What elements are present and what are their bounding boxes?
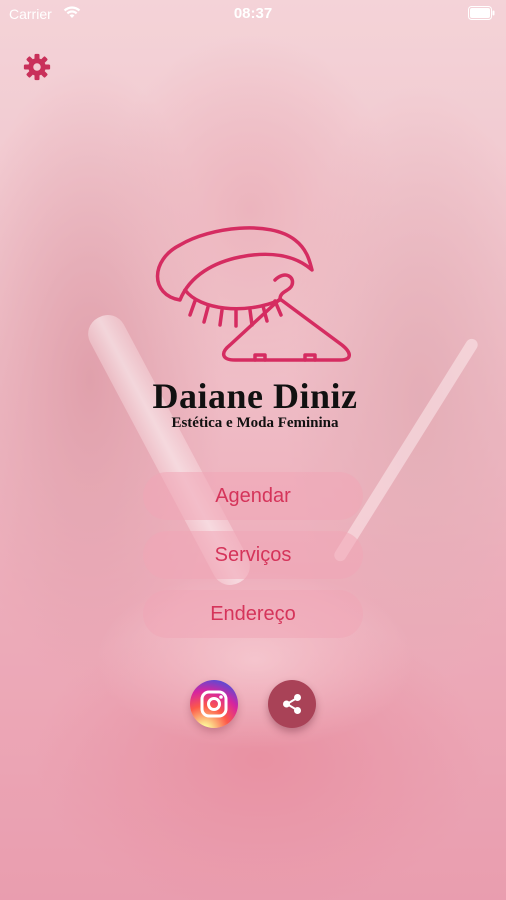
agendar-button[interactable]: Agendar [143, 472, 363, 520]
settings-button[interactable] [22, 52, 52, 82]
status-time: 08:37 [233, 5, 273, 22]
instagram-icon [190, 690, 238, 732]
brand-tagline: Estética e Moda Feminina [171, 415, 339, 431]
background-photo [0, 0, 506, 900]
brand-name: Daiane Diniz [152, 376, 358, 416]
status-bar: Carrier 08:37 [0, 0, 506, 28]
endereco-button[interactable]: Endereço [143, 590, 363, 638]
eye-lash-hanger-logo [155, 226, 351, 362]
servicos-button[interactable]: Serviços [143, 531, 363, 579]
share-icon [268, 694, 316, 732]
share-button[interactable] [268, 680, 316, 728]
gear-icon [22, 53, 52, 86]
background-overlay [0, 0, 506, 900]
battery-icon [468, 6, 496, 23]
instagram-button[interactable] [190, 680, 238, 728]
brand-logo: Daiane Diniz Estética e Moda Feminina [120, 215, 390, 445]
